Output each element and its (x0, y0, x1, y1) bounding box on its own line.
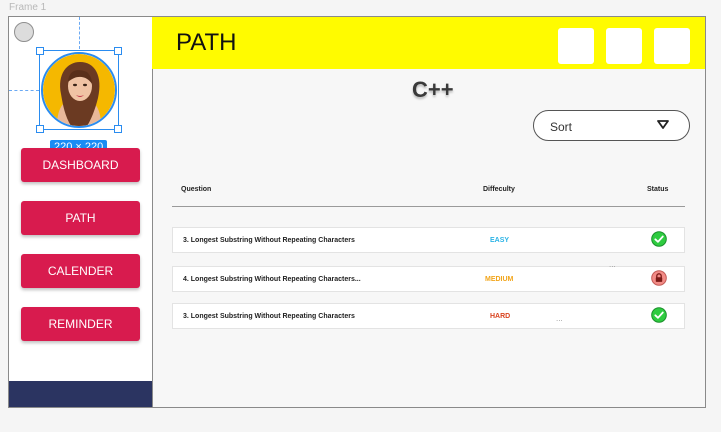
resize-handle-bottom-left[interactable] (36, 125, 44, 133)
difficulty-badge: EASY (490, 237, 510, 244)
frame-label: Frame 1 (9, 2, 47, 13)
ellipsis-text: ... (556, 314, 563, 323)
resize-handle-bottom-right[interactable] (114, 125, 122, 133)
path-button[interactable]: PATH (21, 201, 140, 235)
table-row[interactable]: 3. Longest Substring Without Repeating C… (172, 227, 685, 253)
profile-photo-icon (43, 54, 115, 126)
difficulty-badge: HARD (490, 313, 511, 320)
difficulty-badge: MEDIUM (485, 276, 514, 283)
column-header-status: Status (647, 186, 669, 193)
avatar-selection[interactable] (36, 47, 122, 133)
language-title: C++ (412, 77, 454, 102)
table-row[interactable]: 3. Longest Substring Without Repeating C… (172, 303, 685, 329)
reminder-button[interactable]: REMINDER (21, 307, 140, 341)
sidebar-footer (9, 381, 152, 407)
app-frame: 220 × 220 DASHBOARD PATH CALENDER REMIND… (8, 16, 706, 408)
header-divider (172, 206, 685, 207)
resize-handle-top-right[interactable] (114, 47, 122, 55)
resize-handle-top-left[interactable] (36, 47, 44, 55)
question-text: 4. Longest Substring Without Repeating C… (183, 276, 361, 283)
lock-icon (651, 270, 667, 286)
circle-icon (14, 22, 34, 42)
avatar (41, 52, 117, 128)
guide-line-horizontal (9, 90, 39, 91)
check-icon (651, 307, 667, 323)
sort-label: Sort (550, 120, 573, 134)
question-text: 3. Longest Substring Without Repeating C… (183, 313, 355, 320)
sort-dropdown[interactable]: Sort (533, 110, 690, 141)
header-action-button-1[interactable] (558, 28, 594, 64)
header-action-button-3[interactable] (654, 28, 690, 64)
guide-line-vertical (79, 17, 80, 49)
sidebar: 220 × 220 DASHBOARD PATH CALENDER REMIND… (9, 17, 153, 407)
header-bar: PATH (152, 17, 705, 69)
column-header-question: Question (181, 186, 212, 193)
ellipsis-text: ... (609, 260, 616, 269)
table-row[interactable]: 4. Longest Substring Without Repeating C… (172, 266, 685, 292)
header-action-button-2[interactable] (606, 28, 642, 64)
chevron-down-icon (657, 120, 669, 129)
check-icon (651, 231, 667, 247)
calender-button[interactable]: CALENDER (21, 254, 140, 288)
dashboard-button[interactable]: DASHBOARD (21, 148, 140, 182)
column-header-difficulty: Diffeculty (483, 186, 515, 193)
question-text: 3. Longest Substring Without Repeating C… (183, 237, 355, 244)
page-title: PATH (176, 29, 237, 56)
